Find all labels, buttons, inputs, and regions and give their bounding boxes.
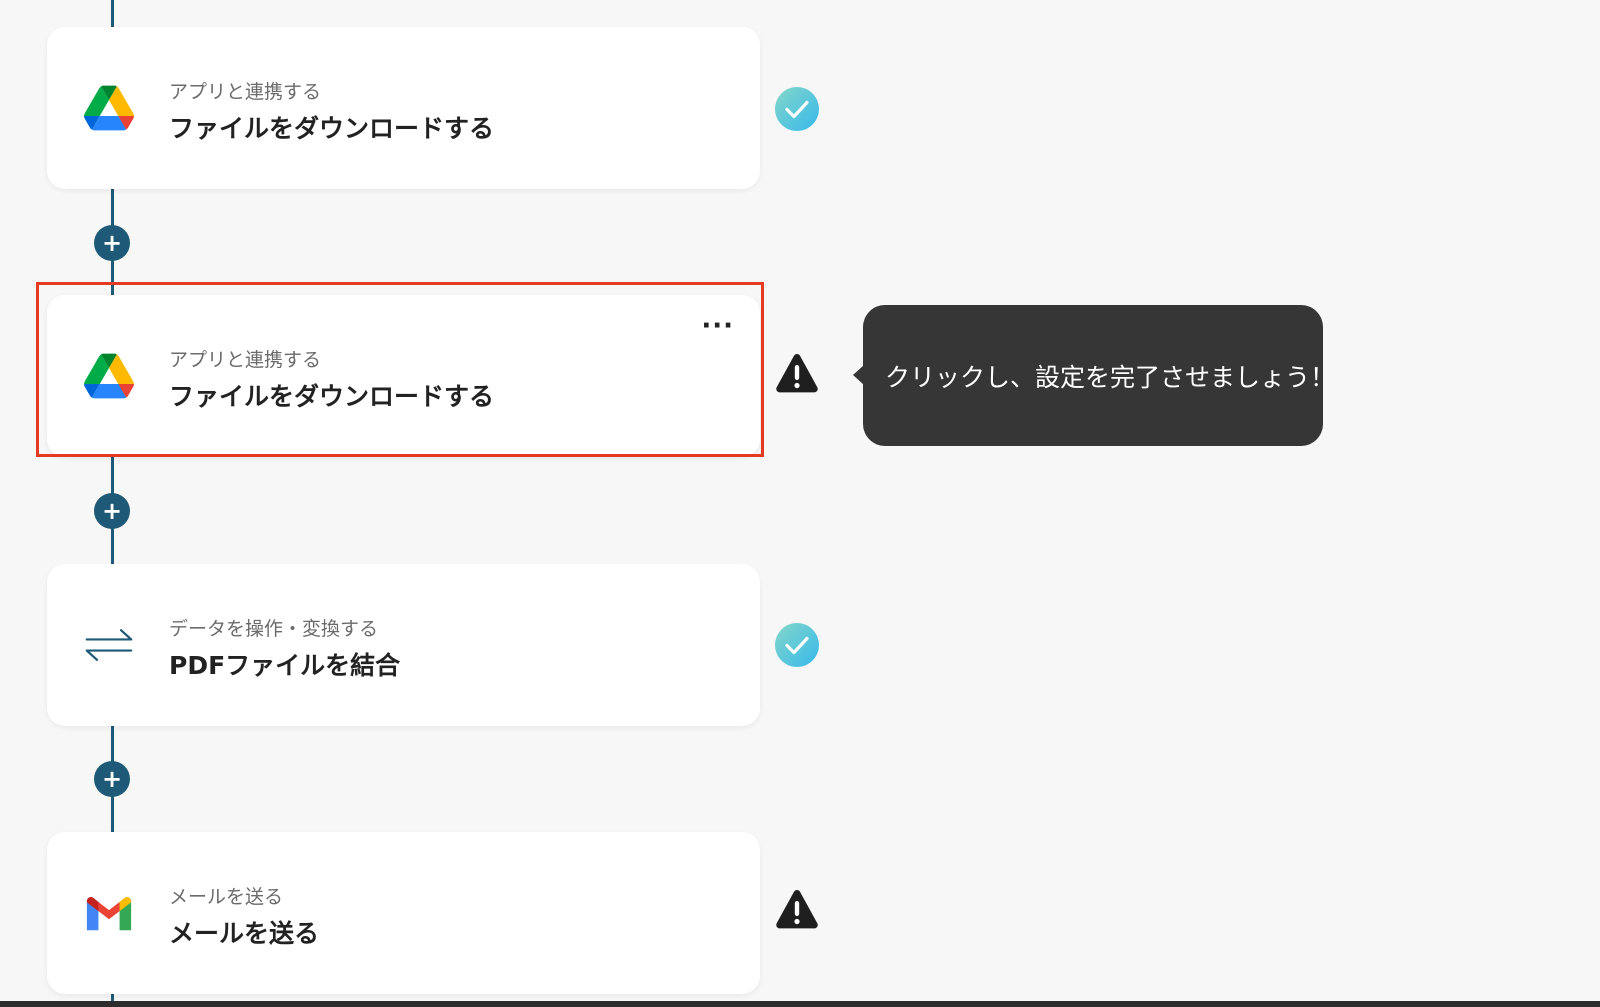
step-card-merge-pdf[interactable]: データを操作・変換する PDFファイルを結合 bbox=[47, 564, 760, 726]
step-title: ファイルをダウンロードする bbox=[169, 382, 495, 411]
add-step-button[interactable]: + bbox=[94, 493, 130, 529]
gmail-icon bbox=[84, 889, 134, 937]
check-icon bbox=[774, 86, 820, 132]
step-card-download-file-1[interactable]: アプリと連携する ファイルをダウンロードする bbox=[47, 27, 760, 189]
step-card-send-mail[interactable]: メールを送る メールを送る bbox=[47, 832, 760, 994]
step-title: PDFファイルを結合 bbox=[169, 651, 401, 680]
add-step-button[interactable]: + bbox=[94, 225, 130, 261]
check-icon bbox=[774, 622, 820, 668]
bottom-edge-bar bbox=[0, 1001, 1600, 1007]
step-category-label: アプリと連携する bbox=[169, 349, 322, 371]
warning-icon bbox=[774, 886, 820, 932]
step-title: ファイルをダウンロードする bbox=[169, 114, 495, 143]
add-step-button[interactable]: + bbox=[94, 761, 130, 797]
warning-icon bbox=[774, 350, 820, 396]
more-options-button[interactable]: ··· bbox=[701, 313, 734, 339]
step-category-label: メールを送る bbox=[169, 886, 284, 908]
google-drive-icon bbox=[84, 84, 134, 132]
step-title: メールを送る bbox=[169, 919, 320, 948]
tooltip: クリックし、設定を完了させましょう！ bbox=[853, 305, 1335, 446]
step-category-label: アプリと連携する bbox=[169, 81, 322, 103]
google-drive-icon bbox=[84, 352, 134, 400]
step-category-label: データを操作・変換する bbox=[169, 618, 379, 640]
transform-arrows-icon bbox=[84, 621, 134, 669]
step-card-download-file-2[interactable]: アプリと連携する ファイルをダウンロードする ··· bbox=[47, 295, 760, 457]
tooltip-text: クリックし、設定を完了させましょう！ bbox=[885, 363, 1336, 392]
